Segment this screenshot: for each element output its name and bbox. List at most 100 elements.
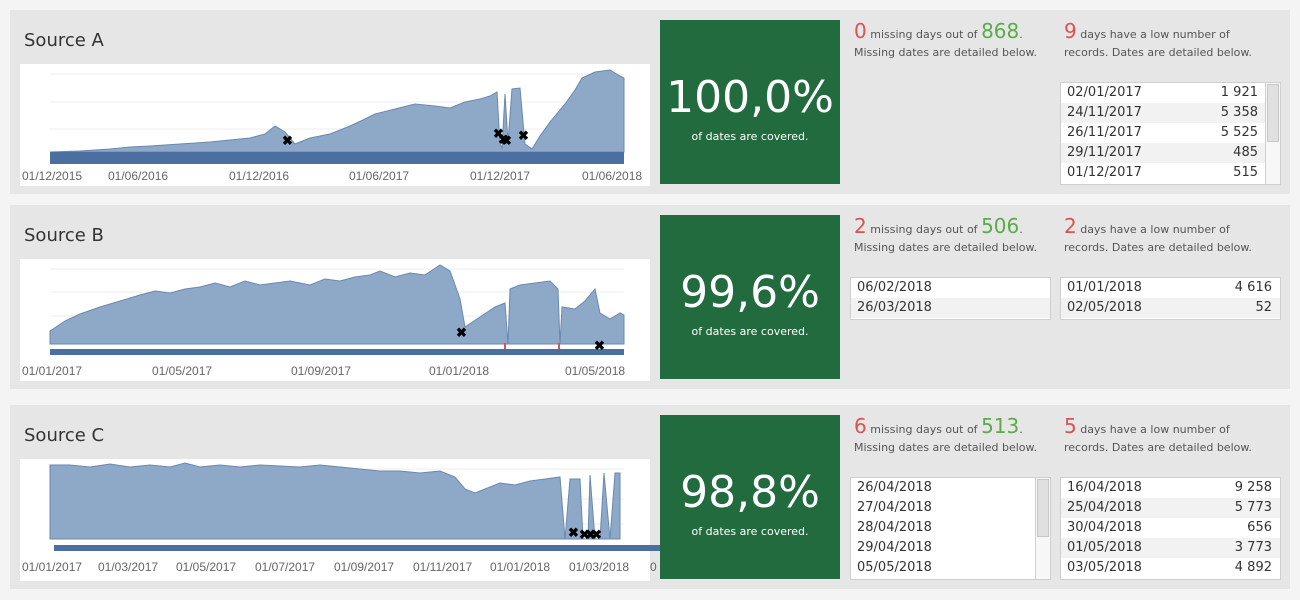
x-tick-label: 01/01/2017 (22, 364, 82, 378)
low-summary: 9 days have a low number of records. Dat… (1064, 19, 1264, 62)
missing-text2: Missing dates are detailed below. (854, 46, 1038, 59)
coverage-caption: of dates are covered. (691, 130, 809, 143)
low-dates-table[interactable]: 01/01/2018 4 616 02/05/2018 52 (1060, 277, 1281, 320)
total-days: 868 (981, 19, 1020, 43)
row-date: 28/04/2018 (857, 520, 932, 535)
low-text2: records. Dates are detailed below. (1064, 46, 1252, 59)
x-tick-label: 01/05/2017 (176, 560, 236, 574)
x-tick-label: 01/05/2018 (565, 364, 625, 378)
row-count: 5 358 (1220, 105, 1258, 120)
low-count: 9 (1064, 19, 1077, 43)
records-area (49, 264, 625, 345)
timeline-svg: ✖ ✖ ✖ ✖ ✖ 01/12/2015 01/06/2016 01/12/20… (22, 69, 642, 183)
table-row[interactable]: 26/03/2018 (851, 298, 1050, 318)
x-tick-label: 01/03/2017 (98, 560, 158, 574)
table-row[interactable]: 03/05/2018 4 892 (1061, 558, 1280, 578)
table-row[interactable]: 01/01/2018 4 616 (1061, 278, 1280, 298)
table-row[interactable]: 05/05/2018 (851, 558, 1050, 578)
row-date: 01/05/2018 (1067, 540, 1142, 555)
low-text2: records. Dates are detailed below. (1064, 241, 1252, 254)
x-tick-label: 01/06/2016 (108, 169, 168, 183)
missing-count: 6 (854, 414, 867, 438)
table-row[interactable]: 29/04/2018 (851, 538, 1050, 558)
missing-dates-table[interactable]: 06/02/2018 26/03/2018 (850, 277, 1051, 320)
source-title: Source B (24, 225, 104, 246)
row-date: 16/04/2018 (1067, 480, 1142, 495)
low-count: 5 (1064, 414, 1077, 438)
x-tick-label: 01/11/2017 (413, 560, 472, 574)
table-row[interactable]: 28/04/2018 (851, 518, 1050, 538)
missing-summary: 6 missing days out of 513. Missing dates… (854, 414, 1038, 454)
row-date: 29/04/2018 (857, 540, 932, 555)
table-row[interactable]: 01/12/2017 515 (1061, 163, 1280, 183)
table-row[interactable]: 27/04/2018 (851, 498, 1050, 518)
table-row[interactable]: 06/02/2018 (851, 278, 1050, 298)
row-count: 656 (1247, 520, 1272, 535)
missing-dates-table[interactable]: 26/04/2018 27/04/2018 28/04/2018 29/04/2… (850, 477, 1051, 580)
row-date: 27/04/2018 (857, 500, 932, 515)
timeline-chart[interactable]: ✖ ✖ ✖ ✖ 01/01/2017 01/03/2017 01/05/2017… (20, 459, 660, 581)
low-text2: records. Dates are detailed below. (1064, 441, 1252, 454)
table-row[interactable]: 30/04/2018 656 (1061, 518, 1280, 538)
table-row[interactable]: 16/04/2018 9 258 (1061, 478, 1280, 498)
x-tick-label: 0 (650, 560, 657, 574)
scrollbar-thumb[interactable] (1267, 84, 1279, 142)
anomaly-marker: ✖ (568, 525, 579, 540)
row-count: 4 892 (1234, 560, 1272, 575)
timeline-chart[interactable]: ✖ ✖ ✖ ✖ ✖ 01/12/2015 01/06/2016 01/12/20… (20, 64, 650, 186)
table-row[interactable]: 25/04/2018 5 773 (1061, 498, 1280, 518)
scrollbar[interactable] (1035, 478, 1050, 579)
anomaly-marker: ✖ (456, 325, 467, 340)
low-dates-table[interactable]: 02/01/2017 1 921 24/11/2017 5 358 26/11/20… (1060, 82, 1281, 185)
table-row[interactable]: 26/04/2018 (851, 478, 1050, 498)
anomaly-marker: ✖ (282, 133, 293, 148)
row-count: 4 616 (1234, 280, 1272, 295)
records-area (49, 462, 621, 540)
x-tick-label: 01/12/2016 (229, 169, 289, 183)
row-date: 02/05/2018 (1067, 300, 1142, 315)
x-tick-label: 01/06/2018 (582, 169, 642, 183)
table-row[interactable]: 01/05/2018 3 773 (1061, 538, 1280, 558)
source-a-panel: Source A ✖ ✖ ✖ ✖ ✖ 01/12/2015 01/06/2016… (10, 10, 1290, 194)
low-text: days have a low number of (1080, 28, 1230, 41)
table-row[interactable]: 29/11/2017 485 (1061, 143, 1280, 163)
x-tick-label: 01/12/2015 (22, 169, 82, 183)
table-row[interactable]: 02/05/2018 52 (1061, 298, 1280, 318)
coverage-percent: 99,6% (680, 267, 820, 318)
row-date: 01/01/2018 (1067, 280, 1142, 295)
x-tick-label: 01/03/2018 (569, 560, 629, 574)
x-tick-label: 01/12/2017 (470, 169, 530, 183)
table-row[interactable]: 24/11/2017 5 358 (1061, 103, 1280, 123)
coverage-box: 100,0% of dates are covered. (660, 20, 840, 184)
missing-day-mark (504, 343, 506, 349)
row-date: 06/02/2018 (857, 280, 932, 295)
timeline-svg: ✖ ✖ 01/01/2017 01/05/2017 01/09/2017 01/… (22, 264, 625, 378)
missing-text: missing days out of (870, 28, 978, 41)
anomaly-marker: ✖ (594, 338, 605, 353)
table-row[interactable]: 02/01/2017 1 921 (1061, 83, 1280, 103)
x-tick-label: 01/01/2017 (22, 560, 82, 574)
missing-text: missing days out of (870, 423, 978, 436)
row-count: 485 (1233, 145, 1258, 160)
row-count: 5 773 (1234, 500, 1272, 515)
row-date: 26/03/2018 (857, 300, 932, 315)
timeline-chart[interactable]: ✖ ✖ 01/01/2017 01/05/2017 01/09/2017 01/… (20, 259, 650, 381)
coverage-caption: of dates are covered. (691, 525, 809, 538)
low-text: days have a low number of (1080, 423, 1230, 436)
coverage-percent: 100,0% (666, 72, 834, 123)
total-days: 513 (981, 414, 1020, 438)
coverage-percent: 98,8% (680, 467, 820, 518)
timeline-svg: ✖ ✖ ✖ ✖ 01/01/2017 01/03/2017 01/05/2017… (22, 462, 660, 574)
scrollbar[interactable] (1265, 83, 1280, 184)
scrollbar-thumb[interactable] (1037, 479, 1049, 537)
row-date: 24/11/2017 (1067, 105, 1142, 120)
table-row[interactable]: 26/11/2017 5 525 (1061, 123, 1280, 143)
source-title: Source A (24, 30, 104, 51)
missing-summary: 0 missing days out of 868. Missing dates… (854, 19, 1038, 59)
low-dates-table[interactable]: 16/04/2018 9 258 25/04/2018 5 773 30/04/20… (1060, 477, 1281, 580)
row-date: 01/12/2017 (1067, 165, 1142, 180)
row-count: 3 773 (1234, 540, 1272, 555)
row-count: 5 525 (1220, 125, 1258, 140)
row-date: 25/04/2018 (1067, 500, 1142, 515)
low-summary: 5 days have a low number of records. Dat… (1064, 414, 1264, 457)
